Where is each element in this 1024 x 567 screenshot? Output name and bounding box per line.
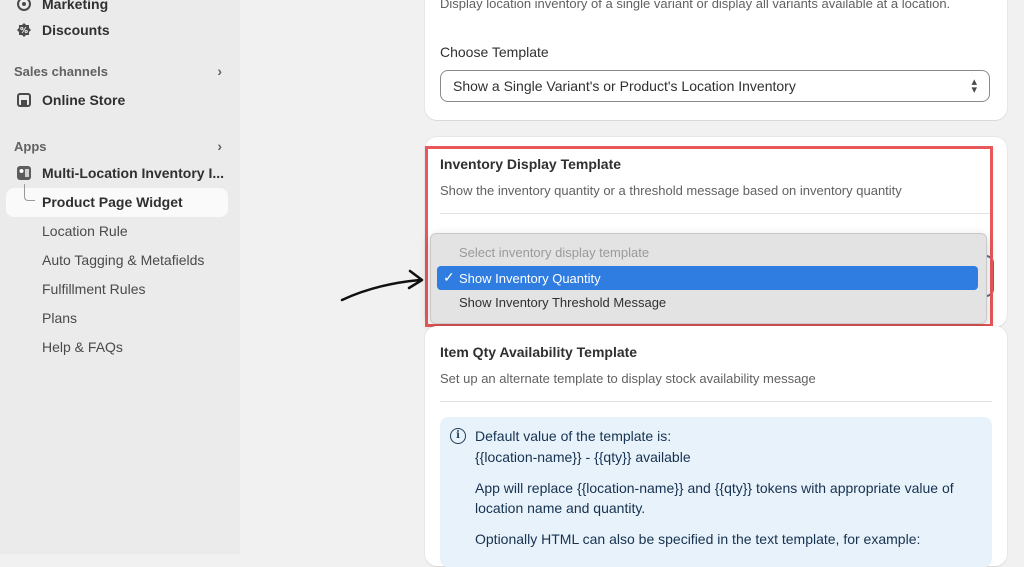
nav-marketing[interactable]: Marketing bbox=[14, 0, 108, 14]
dropdown-option-label: Show Inventory Quantity bbox=[459, 271, 601, 286]
info-banner: i Default value of the template is: {{lo… bbox=[440, 417, 992, 567]
sidebar-item-location-rule[interactable]: Location Rule bbox=[42, 223, 128, 239]
template-type-card: Display location inventory of a single v… bbox=[425, 0, 1007, 120]
apps-label: Apps bbox=[14, 138, 47, 154]
info-line-3: App will replace {{location-name}} and {… bbox=[475, 480, 954, 516]
chevron-right-icon: › bbox=[217, 63, 222, 79]
sales-channels-header[interactable]: Sales channels › bbox=[14, 63, 222, 79]
info-line-4: Optionally HTML can also be specified in… bbox=[475, 531, 921, 547]
nav-online-store[interactable]: Online Store bbox=[14, 90, 125, 110]
sidebar-item-fulfillment-rules[interactable]: Fulfillment Rules bbox=[42, 281, 145, 297]
nav-online-store-label: Online Store bbox=[42, 92, 126, 108]
nav-discounts[interactable]: % Discounts bbox=[14, 20, 110, 40]
svg-text:%: % bbox=[20, 26, 28, 35]
sidebar-item-label: Product Page Widget bbox=[42, 194, 183, 210]
divider bbox=[440, 401, 992, 402]
dropdown-option-threshold[interactable]: Show Inventory Threshold Message bbox=[459, 295, 666, 310]
chevron-right-icon: › bbox=[217, 138, 222, 154]
sidebar: Marketing % Discounts Sales channels › O… bbox=[0, 0, 240, 554]
card-title: Item Qty Availability Template bbox=[440, 344, 638, 360]
discount-icon: % bbox=[14, 20, 34, 40]
card-description: Set up an alternate template to display … bbox=[440, 371, 816, 386]
nav-discounts-label: Discounts bbox=[42, 22, 110, 38]
sidebar-item-help-faqs[interactable]: Help & FAQs bbox=[42, 339, 123, 355]
select-arrows-icon: ▴ ▾ bbox=[971, 76, 977, 96]
item-qty-card: Item Qty Availability Template Set up an… bbox=[425, 326, 1007, 567]
app-icon bbox=[14, 163, 34, 183]
choose-template-select[interactable]: Show a Single Variant's or Product's Loc… bbox=[440, 70, 990, 102]
info-line-2: {{location-name}} - {{qty}} available bbox=[475, 449, 691, 465]
info-line-1: Default value of the template is: bbox=[475, 428, 672, 444]
marketing-icon bbox=[14, 0, 34, 14]
nav-marketing-label: Marketing bbox=[42, 0, 109, 12]
card-description: Display location inventory of a single v… bbox=[440, 0, 951, 11]
choose-template-label: Choose Template bbox=[440, 44, 549, 60]
apps-header[interactable]: Apps › bbox=[14, 138, 222, 154]
choose-template-value: Show a Single Variant's or Product's Loc… bbox=[453, 78, 796, 94]
dropdown-placeholder: Select inventory display template bbox=[459, 245, 650, 260]
store-icon bbox=[14, 90, 34, 110]
nav-app[interactable]: Multi-Location Inventory I... bbox=[14, 163, 224, 183]
dropdown-option-selected[interactable]: ✓ Show Inventory Quantity bbox=[437, 266, 978, 290]
sidebar-item-plans[interactable]: Plans bbox=[42, 310, 77, 326]
nav-app-label: Multi-Location Inventory I... bbox=[42, 165, 224, 181]
info-icon: i bbox=[450, 428, 466, 444]
checkmark-icon: ✓ bbox=[443, 269, 455, 285]
sidebar-item-auto-tagging[interactable]: Auto Tagging & Metafields bbox=[42, 252, 204, 268]
inventory-display-dropdown[interactable]: Select inventory display template ✓ Show… bbox=[430, 233, 987, 324]
sidebar-item-product-page-widget[interactable]: Product Page Widget bbox=[6, 184, 228, 217]
annotation-arrow-icon bbox=[340, 269, 424, 302]
sales-channels-label: Sales channels bbox=[14, 63, 108, 79]
tree-connector bbox=[24, 184, 35, 201]
